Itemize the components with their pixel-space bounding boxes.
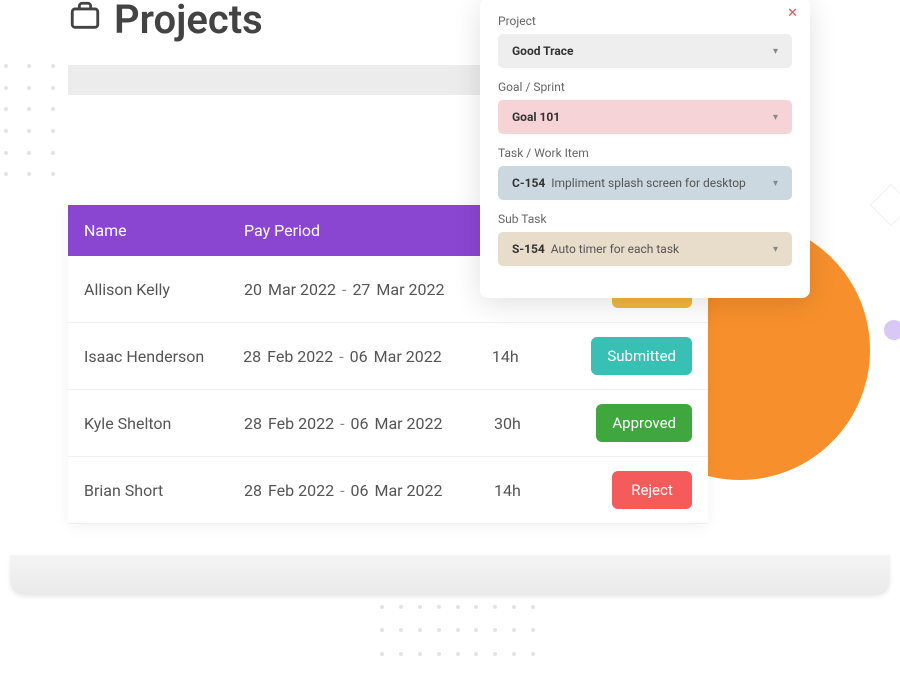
chevron-down-icon: ▾ [773, 244, 778, 255]
cell-pay-period: 28 Feb 2022 - 06 Mar 2022 [243, 347, 492, 366]
cell-pay-period: 28 Feb 2022 - 06 Mar 2022 [244, 481, 494, 500]
decorative-laptop-base [10, 555, 890, 595]
page-title-text: Projects [114, 0, 263, 43]
cell-hours: 14h [494, 481, 594, 500]
task-text: Impliment splash screen for desktop [551, 176, 746, 190]
decorative-dots [4, 64, 64, 184]
task-label: Task / Work Item [498, 146, 792, 160]
cell-name: Kyle Shelton [84, 414, 244, 433]
subtask-label: Sub Task [498, 212, 792, 226]
task-select[interactable]: C-154 Impliment splash screen for desktop… [498, 166, 792, 200]
cell-name: Allison Kelly [84, 280, 244, 299]
header-pay-period: Pay Period [244, 221, 494, 240]
chevron-down-icon: ▾ [773, 178, 778, 189]
subtask-text: Auto timer for each task [551, 242, 679, 256]
table-row[interactable]: Brian Short 28 Feb 2022 - 06 Mar 2022 14… [68, 457, 708, 524]
cell-pay-period: 28 Feb 2022 - 06 Mar 2022 [244, 414, 494, 433]
table-row[interactable]: Kyle Shelton 28 Feb 2022 - 06 Mar 2022 3… [68, 390, 708, 457]
cell-hours: 14h [492, 347, 591, 366]
cell-hours: 30h [494, 414, 594, 433]
close-icon[interactable]: ✕ [787, 6, 798, 21]
status-badge-submitted[interactable]: Submitted [591, 337, 692, 375]
subtask-select[interactable]: S-154 Auto timer for each task ▾ [498, 232, 792, 266]
decorative-hex [870, 184, 900, 226]
briefcase-icon [68, 0, 102, 43]
status-badge-reject[interactable]: Reject [612, 471, 692, 509]
decorative-dot [884, 320, 900, 340]
cell-name: Isaac Henderson [84, 347, 243, 366]
goal-select[interactable]: Goal 101 ▾ [498, 100, 792, 134]
decorative-dots [380, 605, 540, 665]
project-select[interactable]: Good Trace ▾ [498, 34, 792, 68]
goal-value: Goal 101 [512, 110, 560, 124]
header-name: Name [84, 221, 244, 240]
chevron-down-icon: ▾ [773, 112, 778, 123]
cell-pay-period: 20 Mar 2022 - 27 Mar 2022 [244, 280, 494, 299]
project-value: Good Trace [512, 44, 574, 58]
task-code: C-154 [512, 176, 545, 190]
subtask-code: S-154 [512, 242, 545, 256]
status-badge-approved[interactable]: Approved [596, 404, 692, 442]
task-selector-popover: ✕ Project Good Trace ▾ Goal / Sprint Goa… [480, 0, 810, 298]
cell-name: Brian Short [84, 481, 244, 500]
chevron-down-icon: ▾ [773, 46, 778, 57]
goal-label: Goal / Sprint [498, 80, 792, 94]
table-row[interactable]: Isaac Henderson 28 Feb 2022 - 06 Mar 202… [68, 323, 708, 390]
project-label: Project [498, 14, 792, 28]
